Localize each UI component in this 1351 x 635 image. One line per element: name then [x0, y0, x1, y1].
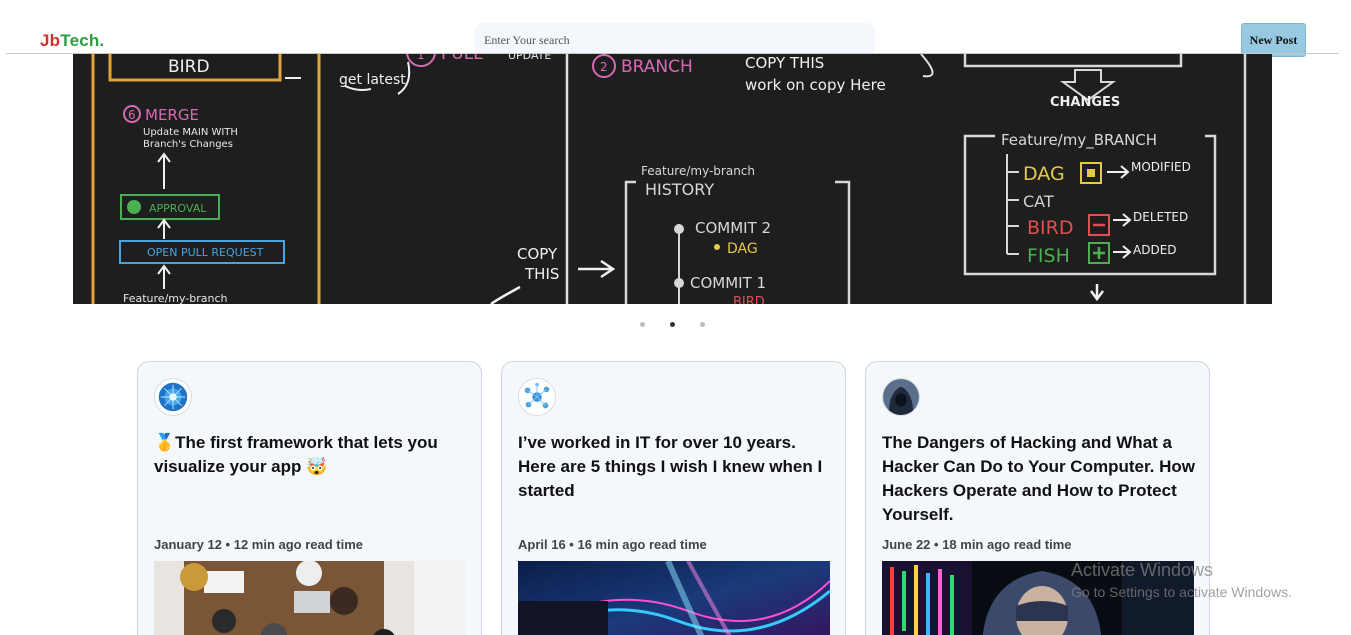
hero-text-update: UPDATE	[508, 54, 551, 62]
post-title[interactable]: The Dangers of Hacking and What a Hacker…	[882, 431, 1197, 527]
hero-text-cat: CAT	[1023, 192, 1054, 211]
hero-text-dag-big: DAG	[1023, 163, 1065, 185]
post-title[interactable]: 🥇The first framework that lets you visua…	[154, 431, 469, 479]
hero-text-modified: MODIFIED	[1131, 160, 1191, 174]
logo-text-tech: Tech.	[60, 31, 105, 50]
hero-text-bird-small: BIRD	[733, 295, 765, 304]
hero-text-history-title: Feature/my-branch	[641, 164, 755, 178]
post-cover-image[interactable]	[882, 561, 1194, 635]
author-avatar[interactable]	[154, 378, 192, 416]
hero-text-history: HISTORY	[645, 180, 714, 199]
hero-text-copy-this: COPY THIS	[745, 54, 824, 72]
post-card[interactable]: I’ve worked in IT for over 10 years. Her…	[501, 361, 846, 635]
post-card[interactable]: The Dangers of Hacking and What a Hacker…	[865, 361, 1210, 635]
hero-text-feature-box: Feature/my_BRANCH	[1001, 131, 1157, 150]
hero-text-copy-2a: COPY	[517, 245, 558, 263]
hero-text-merge-sub2: Branch's Changes	[143, 139, 233, 150]
hero-text-fish: FISH	[1027, 245, 1070, 267]
search-input[interactable]	[475, 23, 875, 57]
hooded-hacker-photo	[882, 561, 1194, 635]
hero-text-merge-sub1: Update MAIN WITH	[143, 127, 238, 138]
neon-data-waves-photo	[518, 561, 830, 635]
hero-text-work-on-copy: work on copy Here	[745, 76, 886, 94]
globe-network-icon	[158, 382, 188, 412]
carousel-dot-2[interactable]	[670, 322, 675, 327]
hero-text-dag: DAG	[727, 241, 758, 257]
team-meeting-photo	[154, 561, 466, 635]
hero-text-open-pr: OPEN PULL REQUEST	[147, 246, 264, 259]
logo-text-jb: Jb	[40, 31, 61, 50]
author-avatar[interactable]	[882, 378, 920, 416]
hero-text-changes: CHANGES	[1050, 95, 1120, 110]
network-nodes-icon	[519, 379, 555, 415]
hero-text-feature-branch-bottom: Feature/my-branch	[123, 292, 228, 304]
hooded-hacker-icon	[883, 379, 919, 415]
carousel-indicators	[0, 320, 1351, 330]
hero-text-commit2: COMMIT 2	[695, 219, 771, 237]
carousel-dot-1[interactable]	[640, 322, 645, 327]
carousel-dot-3[interactable]	[700, 322, 705, 327]
site-logo[interactable]: JbTech.	[40, 31, 104, 51]
top-navbar: JbTech. New Post	[0, 0, 1351, 57]
hero-text-commit1: COMMIT 1	[690, 274, 766, 292]
hero-text-get-latest: get latest	[339, 72, 406, 88]
post-title[interactable]: I’ve worked in IT for over 10 years. Her…	[518, 431, 833, 503]
hero-text-deleted: DELETED	[1133, 210, 1188, 224]
hero-text-branch: BRANCH	[621, 57, 693, 77]
post-card[interactable]: 🥇The first framework that lets you visua…	[137, 361, 482, 635]
git-workflow-chalkboard-image: BIRD get latest 6 MERGE Update MAIN WITH…	[73, 54, 1272, 304]
post-meta: June 22 • 18 min ago read time	[882, 537, 1072, 552]
post-meta: January 12 • 12 min ago read time	[154, 537, 364, 552]
hero-text-bird-big: BIRD	[1027, 217, 1073, 239]
new-post-button[interactable]: New Post	[1241, 23, 1306, 57]
hero-text-copy-2b: THIS	[524, 265, 559, 283]
hero-text-bird: BIRD	[168, 57, 210, 77]
hero-text-num-branch: 2	[600, 60, 608, 74]
hero-carousel-slide[interactable]: BIRD get latest 6 MERGE Update MAIN WITH…	[73, 54, 1272, 304]
hero-text-pull: PULL	[441, 54, 483, 64]
hero-text-num-pull: 1	[417, 54, 425, 62]
post-cover-image[interactable]	[518, 561, 830, 635]
hero-text-merge: MERGE	[145, 106, 199, 124]
author-avatar[interactable]	[518, 378, 556, 416]
post-meta: April 16 • 16 min ago read time	[518, 537, 707, 552]
post-cover-image[interactable]	[154, 561, 466, 635]
hero-text-added: ADDED	[1133, 243, 1177, 257]
hero-text-approval: APPROVAL	[149, 202, 207, 215]
hero-text-num-merge: 6	[128, 108, 136, 122]
